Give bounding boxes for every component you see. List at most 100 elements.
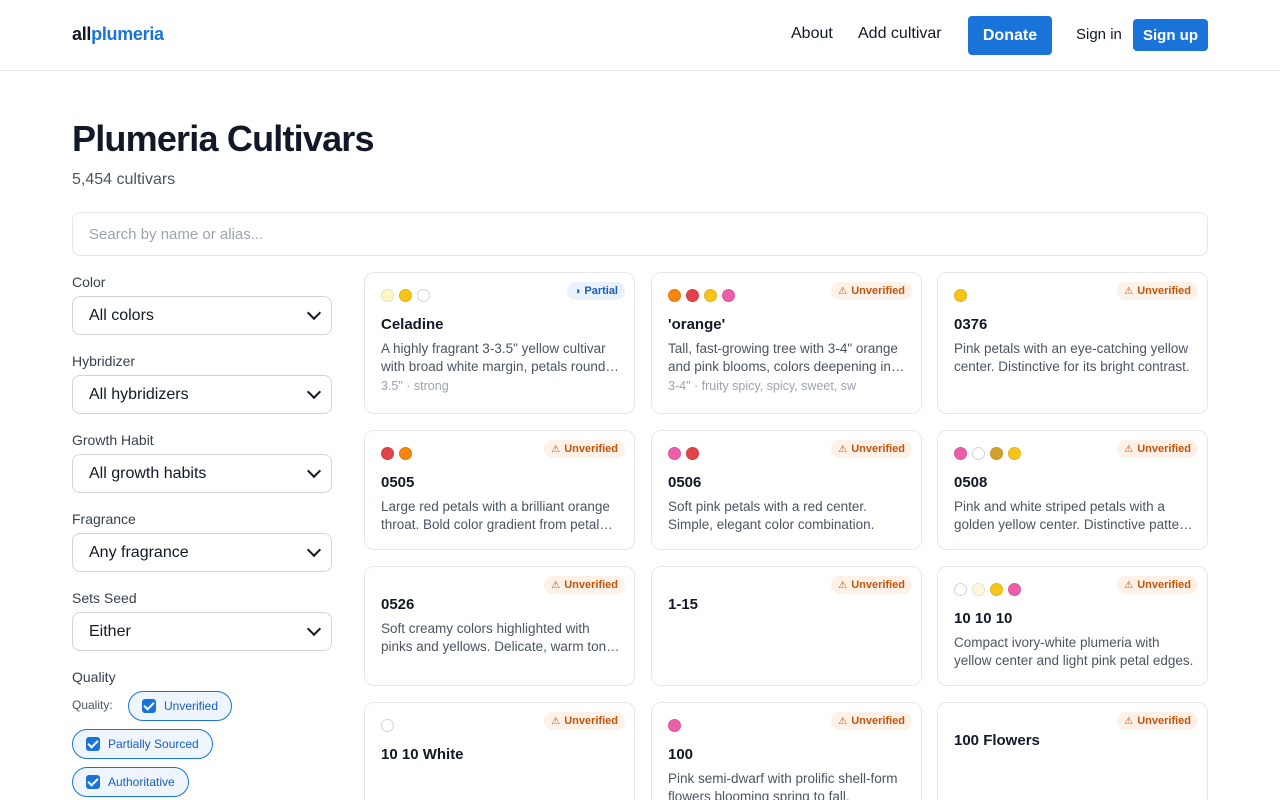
cultivar-name: 100: [668, 746, 694, 763]
color-dot: [1008, 447, 1021, 460]
cultivar-name: 0505: [381, 474, 415, 491]
color-dots: [381, 719, 399, 732]
site-logo[interactable]: allplumeria: [72, 24, 164, 45]
quality-chip-partially-sourced[interactable]: Partially Sourced: [72, 729, 213, 759]
chevron-down-icon: [306, 463, 322, 479]
warning-icon: ⚠: [838, 579, 848, 591]
nav-about-link[interactable]: About: [791, 25, 833, 43]
cultivar-card[interactable]: ⚠ Unverified 'orange' Tall, fast-growing …: [651, 272, 922, 414]
hybridizer-filter-label: Hybridizer: [72, 353, 136, 369]
color-dot: [722, 289, 735, 302]
badge-label: Unverified: [564, 579, 618, 591]
color-dot: [972, 447, 985, 460]
checkbox-checked-icon: [86, 775, 100, 789]
quality-badge: ⚠ Unverified: [1117, 576, 1198, 594]
cultivar-description: Soft creamy colors highlighted with pink…: [381, 621, 621, 654]
quality-badge: ⚠ Unverified: [1117, 282, 1198, 300]
hybridizer-select[interactable]: All hybridizers: [72, 375, 332, 414]
color-dot: [954, 289, 967, 302]
cultivar-card[interactable]: ◑ Partial Celadine A highly fragrant 3-3.…: [364, 272, 635, 414]
color-dots: [668, 447, 704, 460]
color-dot: [990, 447, 1003, 460]
cultivar-card[interactable]: ⚠ Unverified 1-15: [651, 566, 922, 686]
cultivar-name: 10 10 10: [954, 610, 1013, 627]
badge-label: Unverified: [1137, 715, 1191, 727]
badge-label: Unverified: [851, 715, 905, 727]
warning-icon: ⚠: [551, 579, 561, 591]
cultivar-card[interactable]: ⚠ Unverified 10 10 10 Compact ivory-white…: [937, 566, 1208, 686]
cultivar-card[interactable]: ⚠ Unverified 10 10 White: [364, 702, 635, 800]
sign-up-button[interactable]: Sign up: [1133, 19, 1208, 51]
sign-in-link[interactable]: Sign in: [1076, 26, 1122, 43]
color-select-value: All colors: [89, 306, 154, 324]
quality-chip-label: Authoritative: [108, 775, 175, 789]
growth-habit-filter-label: Growth Habit: [72, 432, 154, 448]
quality-badge: ⚠ Unverified: [831, 576, 912, 594]
cultivar-meta: 3-4" · fruity spicy, spicy, sweet, sw: [668, 379, 857, 393]
color-dots: [668, 289, 740, 302]
cultivar-description: A highly fragrant 3-3.5" yellow cultivar…: [381, 341, 621, 374]
cultivar-card[interactable]: ⚠ Unverified 100 Flowers: [937, 702, 1208, 800]
sets-seed-filter-label: Sets Seed: [72, 590, 137, 606]
growth-habit-select[interactable]: All growth habits: [72, 454, 332, 493]
cultivar-name: 0508: [954, 474, 988, 491]
badge-label: Unverified: [564, 443, 618, 455]
cultivar-card[interactable]: ⚠ Unverified 0526 Soft creamy colors high…: [364, 566, 635, 686]
nav-add-cultivar-link[interactable]: Add cultivar: [858, 25, 942, 43]
cultivar-name: 10 10 White: [381, 746, 464, 763]
badge-label: Unverified: [1137, 285, 1191, 297]
growth-habit-select-value: All growth habits: [89, 464, 207, 482]
sets-seed-select[interactable]: Either: [72, 612, 332, 651]
color-dot: [417, 289, 430, 302]
search-input[interactable]: [72, 212, 1208, 256]
warning-icon: ⚠: [838, 443, 848, 455]
fragrance-filter-label: Fragrance: [72, 511, 136, 527]
fragrance-select-value: Any fragrance: [89, 543, 189, 561]
cultivar-card[interactable]: ⚠ Unverified 0508 Pink and white striped …: [937, 430, 1208, 550]
checkbox-checked-icon: [142, 699, 156, 713]
cultivar-description: Tall, fast-growing tree with 3-4" orange…: [668, 341, 898, 374]
badge-label: Unverified: [564, 715, 618, 727]
warning-icon: ⚠: [1124, 579, 1134, 591]
color-dot: [668, 289, 681, 302]
quality-badge: ⚠ Unverified: [1117, 712, 1198, 730]
cultivar-card[interactable]: ⚠ Unverified 0376 Pink petals with an eye…: [937, 272, 1208, 414]
quality-chip-label: Partially Sourced: [108, 737, 199, 751]
warning-icon: ⚠: [1124, 443, 1134, 455]
quality-badge: ⚠ Unverified: [544, 576, 625, 594]
chevron-down-icon: [306, 305, 322, 321]
color-dot: [399, 289, 412, 302]
color-dot: [686, 289, 699, 302]
quality-badge: ⚠ Unverified: [831, 712, 912, 730]
page-title: Plumeria Cultivars: [72, 118, 375, 159]
cultivar-card[interactable]: ⚠ Unverified 0506 Soft pink petals with a…: [651, 430, 922, 550]
checkbox-checked-icon: [86, 737, 100, 751]
color-dots: [668, 719, 686, 732]
warning-icon: ⚠: [838, 285, 848, 297]
quality-chip-unverified[interactable]: Unverified: [128, 691, 233, 721]
color-dot: [954, 583, 967, 596]
quality-filter-label: Quality: [72, 669, 116, 685]
badge-label: Unverified: [1137, 579, 1191, 591]
color-dots: [381, 447, 417, 460]
logo-text-all: all: [72, 24, 92, 44]
quality-inline-label: Quality:: [72, 698, 113, 712]
quality-chip-label: Unverified: [164, 699, 219, 713]
quality-chip-authoritative[interactable]: Authoritative: [72, 767, 189, 797]
cultivar-card[interactable]: ⚠ Unverified 100 Pink semi-dwarf with pro…: [651, 702, 922, 800]
warning-icon: ⚠: [551, 715, 561, 727]
half-circle-icon: ◑: [574, 285, 581, 297]
top-navbar: allplumeria About Add cultivar Donate Si…: [0, 0, 1280, 71]
warning-icon: ⚠: [838, 715, 848, 727]
color-dot: [704, 289, 717, 302]
color-dot: [668, 447, 681, 460]
cultivar-name: 100 Flowers: [954, 732, 1040, 749]
color-dot: [1008, 583, 1021, 596]
color-dot: [954, 447, 967, 460]
cultivar-card[interactable]: ⚠ Unverified 0505 Large red petals with a…: [364, 430, 635, 550]
donate-button[interactable]: Donate: [968, 16, 1052, 55]
fragrance-select[interactable]: Any fragrance: [72, 533, 332, 572]
cultivar-description: Soft pink petals with a red center. Simp…: [668, 499, 875, 532]
quality-badge: ⚠ Unverified: [1117, 440, 1198, 458]
color-select[interactable]: All colors: [72, 296, 332, 335]
